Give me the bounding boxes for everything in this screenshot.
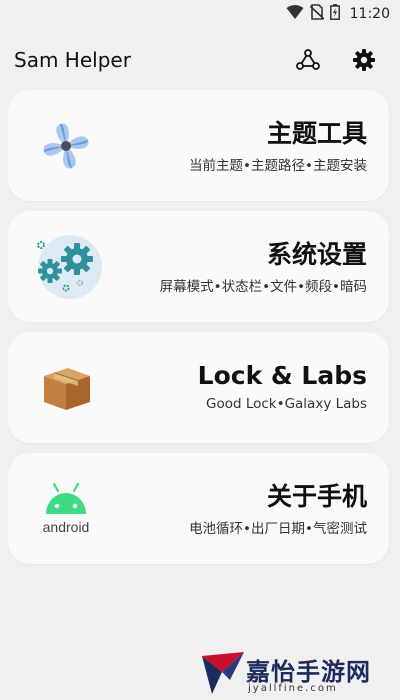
card-text: 关于手机 电池循环•出厂日期•气密测试 xyxy=(189,481,367,537)
card-title: 系统设置 xyxy=(266,240,367,269)
app-actions xyxy=(294,46,378,74)
app-title: Sam Helper xyxy=(14,48,131,72)
battery-charging-icon xyxy=(329,4,340,24)
wifi-icon xyxy=(286,4,304,24)
watermark: 嘉怡手游网 jyallfine.com xyxy=(198,648,400,700)
status-time: 11:20 xyxy=(349,6,390,22)
watermark-url: jyallfine.com xyxy=(248,683,338,694)
gears-icon xyxy=(30,233,102,301)
card-text: 系统设置 屏幕模式•状态栏•文件•频段•暗码 xyxy=(160,239,367,295)
card-about-phone[interactable]: android 关于手机 电池循环•出厂日期•气密测试 xyxy=(8,453,389,564)
settings-gear-button[interactable] xyxy=(350,46,378,74)
pinwheel-icon xyxy=(30,112,102,180)
package-box-icon xyxy=(30,354,102,422)
card-title: 主题工具 xyxy=(266,119,367,148)
watermark-text: 嘉怡手游网 xyxy=(246,658,371,686)
card-title: 关于手机 xyxy=(266,482,367,511)
status-bar: 11:20 xyxy=(0,0,400,28)
android-wordmark: android xyxy=(43,519,90,535)
no-sim-icon xyxy=(309,4,325,24)
card-theme-tools[interactable]: 主题工具 当前主题•主题路径•主题安装 xyxy=(8,90,389,201)
card-text: 主题工具 当前主题•主题路径•主题安装 xyxy=(189,118,367,174)
app-bar: Sam Helper xyxy=(0,40,400,80)
card-title: Lock & Labs xyxy=(197,361,367,390)
card-system-settings[interactable]: 系统设置 屏幕模式•状态栏•文件•频段•暗码 xyxy=(8,211,389,322)
card-subtitle: Good Lock•Galaxy Labs xyxy=(205,396,367,412)
share-nodes-icon[interactable] xyxy=(294,46,322,74)
card-subtitle: 当前主题•主题路径•主题安装 xyxy=(189,158,367,174)
android-icon: android xyxy=(30,475,102,543)
watermark-logo xyxy=(202,652,244,694)
card-subtitle: 屏幕模式•状态栏•文件•频段•暗码 xyxy=(159,279,367,295)
gear-icon xyxy=(353,49,375,71)
card-lock-labs[interactable]: Lock & Labs Good Lock•Galaxy Labs xyxy=(8,332,389,443)
card-subtitle: 电池循环•出厂日期•气密测试 xyxy=(189,521,367,537)
card-text: Lock & Labs Good Lock•Galaxy Labs xyxy=(198,360,367,412)
